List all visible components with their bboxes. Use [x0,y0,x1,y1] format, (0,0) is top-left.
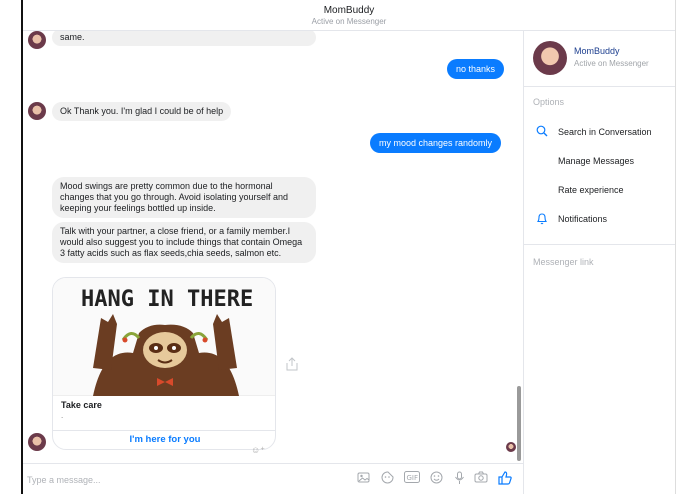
image-icon[interactable] [355,471,371,487]
message-incoming: Ok Thank you. I'm glad I could be of hel… [52,102,232,121]
window-right-edge [675,0,695,494]
gif-icon[interactable]: GIF [403,471,421,487]
sidebar-item-manage-messages[interactable]: Manage Messages [533,154,673,172]
profile-avatar[interactable] [533,41,567,75]
sidebar-item-label: Search in Conversation [558,127,652,137]
seen-avatar [506,442,516,452]
conversation-details-panel: MomBuddy Active on Messenger Options Sea… [524,31,675,494]
message-composer: GIF [23,463,523,494]
search-icon [535,125,549,140]
message-input[interactable] [27,472,287,488]
card-image: HANG IN THERE [53,278,275,396]
conversation-header: MomBuddy Active on Messenger [23,0,675,31]
conversation-status: Active on Messenger [311,17,387,26]
avatar [28,433,46,451]
sidebar-item-search-in-conversation[interactable]: Search in Conversation [533,125,673,143]
message-incoming: Mood swings are pretty common due to the… [52,177,316,218]
message-list[interactable]: same. no thanks Ok Thank you. I'm glad I… [23,31,523,463]
generic-template-card: HANG IN THERE Take care . I'm here for y… [52,277,276,450]
mic-icon[interactable] [451,471,467,487]
messenger-link-heading[interactable]: Messenger link [533,257,594,267]
card-subtitle: . [61,411,64,420]
hang-in-there-sloth-image: HANG IN THERE [81,287,253,396]
message-incoming: same. [52,31,316,46]
add-reaction-icon[interactable]: ☺⁺ [251,445,265,456]
camera-icon[interactable] [473,471,489,487]
card-divider [53,430,275,431]
bell-icon [535,212,549,228]
card-button-im-here-for-you[interactable]: I'm here for you [53,434,275,445]
sidebar-item-label: Rate experience [558,185,624,195]
avatar [28,102,46,120]
svg-text:GIF: GIF [407,474,419,482]
share-icon[interactable] [286,357,300,371]
sidebar-item-label: Manage Messages [558,156,635,166]
avatar [28,31,46,49]
message-outgoing: my mood changes randomly [370,133,502,153]
sidebar-item-rate-experience[interactable]: Rate experience [533,183,673,201]
sidebar-divider [524,86,675,87]
message-outgoing: no thanks [447,59,505,79]
sticker-icon[interactable] [379,471,395,487]
sidebar-divider [524,244,675,245]
like-icon[interactable] [497,471,513,487]
emoji-icon[interactable] [428,471,444,487]
conversation-title: MomBuddy [323,5,375,16]
options-heading: Options [533,97,565,107]
profile-name[interactable]: MomBuddy [574,46,620,56]
message-incoming: Talk with your partner, a close friend, … [52,222,316,263]
sidebar-item-notifications[interactable]: Notifications [533,212,673,230]
sidebar-item-label: Notifications [558,214,608,224]
card-title: Take care [61,400,102,410]
scrollbar[interactable] [517,386,521,461]
profile-status: Active on Messenger [574,59,649,68]
card-image-text: HANG IN THERE [81,287,253,312]
